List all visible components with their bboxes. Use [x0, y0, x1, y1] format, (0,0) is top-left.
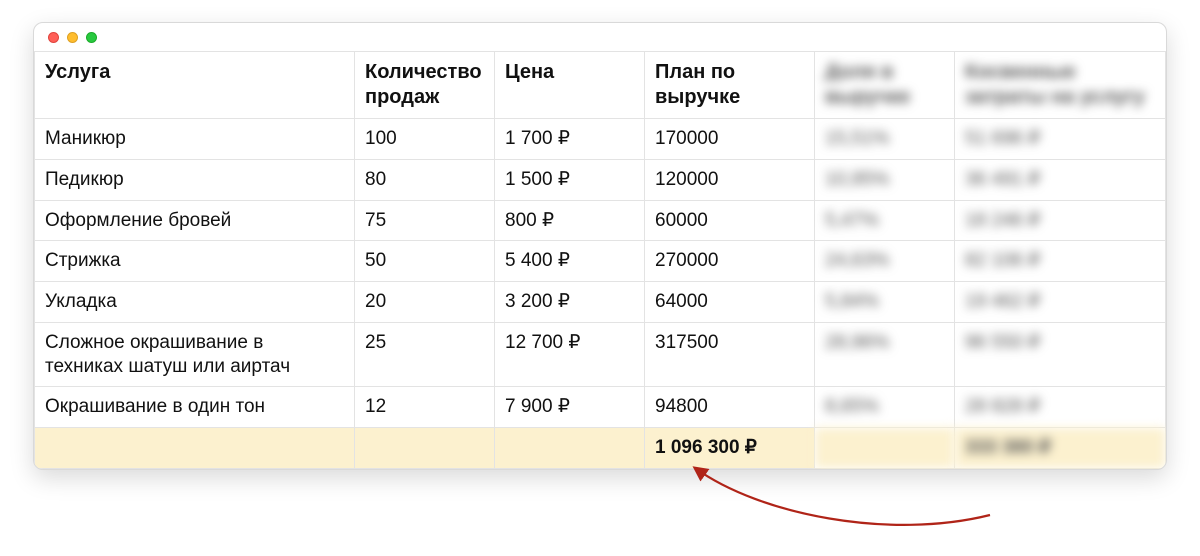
cell-indirect: 96 550 ₽ — [955, 322, 1166, 387]
app-window: Услуга Количество продаж Цена План по вы… — [33, 22, 1167, 470]
cell-indirect: 51 696 ₽ — [955, 119, 1166, 160]
cell-qty: 25 — [355, 322, 495, 387]
cell-price: 3 200 ₽ — [495, 282, 645, 323]
cell-share: 8,65% — [815, 387, 955, 428]
window-minimize-icon[interactable] — [67, 32, 78, 43]
cell-plan: 270000 — [645, 241, 815, 282]
cell-share: 28,96% — [815, 322, 955, 387]
cell-qty: 100 — [355, 119, 495, 160]
total-plan: 1 096 300 ₽ — [645, 428, 815, 469]
cell-service: Стрижка — [35, 241, 355, 282]
total-service — [35, 428, 355, 469]
table-row: Стрижка 50 5 400 ₽ 270000 24,63% 82 106 … — [35, 241, 1166, 282]
cell-price: 1 700 ₽ — [495, 119, 645, 160]
cell-indirect: 18 246 ₽ — [955, 200, 1166, 241]
window-zoom-icon[interactable] — [86, 32, 97, 43]
cell-price: 7 900 ₽ — [495, 387, 645, 428]
window-titlebar — [34, 23, 1166, 51]
cell-share: 15,51% — [815, 119, 955, 160]
cell-plan: 94800 — [645, 387, 815, 428]
cell-price: 800 ₽ — [495, 200, 645, 241]
cell-share: 10,95% — [815, 159, 955, 200]
total-share — [815, 428, 955, 469]
table-row: Сложное окрашивание в техниках шатуш или… — [35, 322, 1166, 387]
col-header-qty: Количество продаж — [355, 52, 495, 119]
table-total-row: 1 096 300 ₽ 333 380 ₽ — [35, 428, 1166, 469]
cell-plan: 64000 — [645, 282, 815, 323]
table-row: Окрашивание в один тон 12 7 900 ₽ 94800 … — [35, 387, 1166, 428]
window-close-icon[interactable] — [48, 32, 59, 43]
table-header-row: Услуга Количество продаж Цена План по вы… — [35, 52, 1166, 119]
cell-service: Сложное окрашивание в техниках шатуш или… — [35, 322, 355, 387]
cell-indirect: 28 828 ₽ — [955, 387, 1166, 428]
cell-plan: 170000 — [645, 119, 815, 160]
col-header-share: Доля в выручке — [815, 52, 955, 119]
cell-indirect: 36 491 ₽ — [955, 159, 1166, 200]
col-header-indirect: Косвенные затраты на услугу — [955, 52, 1166, 119]
cell-indirect: 82 106 ₽ — [955, 241, 1166, 282]
revenue-plan-table: Услуга Количество продаж Цена План по вы… — [34, 51, 1166, 469]
cell-service: Педикюр — [35, 159, 355, 200]
cell-share: 5,47% — [815, 200, 955, 241]
cell-price: 5 400 ₽ — [495, 241, 645, 282]
table-row: Маникюр 100 1 700 ₽ 170000 15,51% 51 696… — [35, 119, 1166, 160]
cell-indirect: 19 462 ₽ — [955, 282, 1166, 323]
col-header-price: Цена — [495, 52, 645, 119]
table-row: Педикюр 80 1 500 ₽ 120000 10,95% 36 491 … — [35, 159, 1166, 200]
cell-plan: 60000 — [645, 200, 815, 241]
total-price — [495, 428, 645, 469]
cell-qty: 75 — [355, 200, 495, 241]
annotation-arrow-icon — [640, 460, 1000, 540]
cell-plan: 317500 — [645, 322, 815, 387]
cell-price: 1 500 ₽ — [495, 159, 645, 200]
cell-qty: 80 — [355, 159, 495, 200]
table-row: Укладка 20 3 200 ₽ 64000 5,84% 19 462 ₽ — [35, 282, 1166, 323]
cell-share: 5,84% — [815, 282, 955, 323]
cell-service: Маникюр — [35, 119, 355, 160]
cell-qty: 12 — [355, 387, 495, 428]
cell-plan: 120000 — [645, 159, 815, 200]
cell-service: Окрашивание в один тон — [35, 387, 355, 428]
col-header-service: Услуга — [35, 52, 355, 119]
col-header-plan: План по выручке — [645, 52, 815, 119]
cell-share: 24,63% — [815, 241, 955, 282]
total-qty — [355, 428, 495, 469]
cell-qty: 20 — [355, 282, 495, 323]
total-indirect: 333 380 ₽ — [955, 428, 1166, 469]
cell-service: Укладка — [35, 282, 355, 323]
cell-price: 12 700 ₽ — [495, 322, 645, 387]
table-row: Оформление бровей 75 800 ₽ 60000 5,47% 1… — [35, 200, 1166, 241]
cell-qty: 50 — [355, 241, 495, 282]
cell-service: Оформление бровей — [35, 200, 355, 241]
